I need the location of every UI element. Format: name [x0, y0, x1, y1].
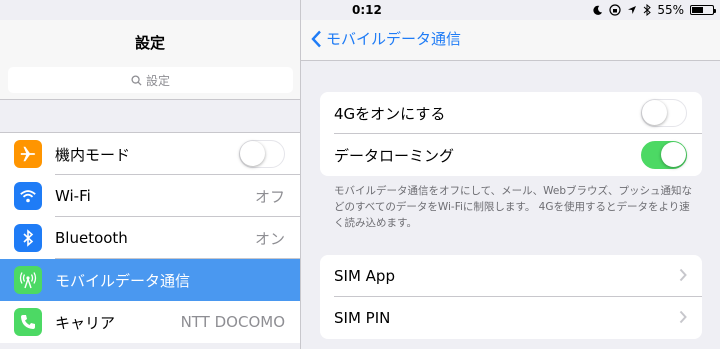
sidebar-item-carrier[interactable]: キャリア NTT DOCOMO: [0, 301, 300, 343]
sidebar-item-airplane-mode[interactable]: 機内モード: [0, 133, 300, 175]
status-time: 0:12: [352, 3, 382, 17]
airplane-mode-toggle[interactable]: [239, 140, 285, 168]
back-button-label: モバイルデータ通信: [326, 30, 462, 48]
search-field[interactable]: 設定: [8, 67, 293, 93]
chevron-right-icon: [679, 310, 687, 324]
chevron-left-icon: [311, 30, 321, 47]
settings-sidebar: 設定 設定 機内モード Wi-Fi オフ Bluetooth オン モバイルデー…: [0, 0, 300, 349]
battery-percent: 55%: [657, 3, 684, 17]
wifi-status: オフ: [254, 187, 285, 206]
option-data-roaming: データローミング: [320, 134, 702, 176]
bluetooth-status: オン: [254, 229, 285, 248]
sidebar-title: 設定: [134, 34, 165, 52]
option-label: 4Gをオンにする: [334, 104, 446, 123]
sim-item-label: SIM PIN: [334, 309, 391, 327]
sidebar-item-label: モバイルデータ通信: [55, 271, 191, 290]
sidebar-item-bluetooth[interactable]: Bluetooth オン: [0, 217, 300, 259]
phone-icon: [14, 308, 42, 336]
sidebar-item-label: 機内モード: [55, 145, 131, 164]
bluetooth-status-icon: [643, 4, 652, 16]
option-enable-4g: 4Gをオンにする: [320, 92, 702, 134]
sidebar-item-mobile-data[interactable]: モバイルデータ通信: [0, 259, 300, 301]
chevron-right-icon: [679, 268, 687, 282]
bluetooth-icon: [14, 224, 42, 252]
settings-list: 機内モード Wi-Fi オフ Bluetooth オン モバイルデータ通信 キャ…: [0, 132, 300, 343]
cellular-options-group: 4Gをオンにする データローミング: [320, 92, 702, 176]
enable-4g-toggle[interactable]: [641, 99, 687, 127]
rotation-lock-icon: [609, 4, 621, 16]
sidebar-header: 設定 設定: [0, 20, 300, 100]
sim-pin-row[interactable]: SIM PIN: [320, 297, 702, 339]
sidebar-item-label: Wi-Fi: [55, 187, 91, 205]
sim-item-label: SIM App: [334, 267, 395, 285]
carrier-value: NTT DOCOMO: [180, 313, 285, 331]
wifi-icon: [14, 182, 42, 210]
sidebar-item-label: キャリア: [55, 313, 116, 332]
cellular-footnote: モバイルデータ通信をオフにして、メール、Webブラウズ、プッシュ通知などのすべて…: [334, 185, 693, 229]
sidebar-item-wifi[interactable]: Wi-Fi オフ: [0, 175, 300, 217]
data-roaming-toggle[interactable]: [641, 141, 687, 169]
sim-app-row[interactable]: SIM App: [320, 255, 702, 297]
location-icon: [628, 6, 637, 14]
moon-icon: [593, 5, 603, 15]
antenna-icon: [14, 266, 42, 294]
option-label: データローミング: [334, 146, 455, 165]
battery-icon: [690, 5, 716, 15]
search-icon: [131, 74, 142, 86]
sim-options-group: SIM App SIM PIN: [320, 255, 702, 339]
detail-navbar: モバイルデータ通信: [301, 20, 720, 61]
airplane-icon: [14, 140, 42, 168]
search-placeholder: 設定: [145, 73, 170, 88]
back-button[interactable]: モバイルデータ通信: [311, 28, 461, 49]
sidebar-item-label: Bluetooth: [55, 229, 128, 247]
